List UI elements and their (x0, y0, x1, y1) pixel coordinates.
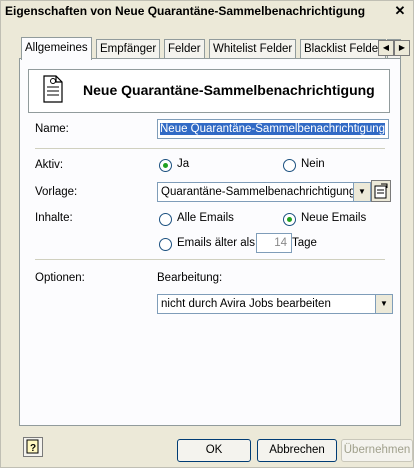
inhalte-aelter-radio[interactable] (159, 238, 172, 251)
tab-strip: Allgemeines Empfänger Felder Whitelist F… (21, 37, 413, 60)
bearbeitung-label: Bearbeitung: (157, 272, 223, 284)
vorlage-label: Vorlage: (35, 186, 78, 198)
properties-dialog: Eigenschaften von Neue Quarantäne-Sammel… (0, 0, 414, 468)
inhalte-neue-radio[interactable] (283, 213, 296, 226)
title-bar[interactable]: Eigenschaften von Neue Quarantäne-Sammel… (1, 1, 413, 21)
vorlage-value: Quarantäne-Sammelbenachrichtigung (161, 186, 356, 198)
aktiv-nein-radio[interactable] (283, 159, 296, 172)
vorlage-edit-button[interactable] (371, 180, 391, 202)
aktiv-ja-label[interactable]: Ja (177, 158, 189, 170)
uebernehmen-button[interactable]: Übernehmen (341, 439, 413, 462)
inhalte-alle-radio[interactable] (159, 213, 172, 226)
tab-panel-allgemeines: Neue Quarantäne-Sammelbenachrichtigung N… (19, 58, 401, 426)
divider (35, 148, 385, 149)
inhalte-neue-label[interactable]: Neue Emails (301, 212, 366, 224)
tab-whitelist-felder[interactable]: Whitelist Felder (209, 39, 297, 58)
edit-template-icon (374, 183, 388, 199)
ok-button[interactable]: OK (177, 439, 251, 462)
days-unit-label: Tage (292, 237, 317, 249)
name-value: Neue Quarantäne-Sammelbenachrichtigung (160, 123, 386, 135)
svg-text:?: ? (30, 443, 36, 454)
inhalte-alle-label[interactable]: Alle Emails (177, 212, 234, 224)
document-icon (43, 75, 63, 103)
divider (35, 259, 385, 260)
tab-scroll-left-icon[interactable]: ◀ (378, 40, 394, 56)
bearbeitung-value: nicht durch Avira Jobs bearbeiten (161, 298, 331, 310)
help-icon: ? (26, 439, 39, 454)
aktiv-label: Aktiv: (35, 159, 64, 171)
days-field[interactable]: 14 (256, 233, 292, 253)
tab-felder[interactable]: Felder (164, 39, 205, 58)
chevron-down-icon[interactable]: ▼ (375, 295, 392, 313)
inhalte-aelter-label[interactable]: Emails älter als (177, 237, 255, 249)
tab-scroll-right-icon[interactable]: ▶ (394, 40, 410, 56)
aktiv-nein-label[interactable]: Nein (301, 158, 325, 170)
vorlage-select[interactable]: Quarantäne-Sammelbenachrichtigung ▼ (157, 182, 371, 202)
close-icon[interactable]: ✕ (393, 4, 407, 17)
name-field[interactable]: Neue Quarantäne-Sammelbenachrichtigung (157, 119, 389, 139)
help-button[interactable]: ? (23, 437, 43, 457)
header-box: Neue Quarantäne-Sammelbenachrichtigung (28, 69, 390, 113)
chevron-down-icon[interactable]: ▼ (353, 183, 370, 201)
abbrechen-button[interactable]: Abbrechen (257, 439, 337, 462)
window-title: Eigenschaften von Neue Quarantäne-Sammel… (5, 4, 366, 18)
days-value: 14 (274, 237, 287, 249)
tab-empfaenger[interactable]: Empfänger (96, 39, 161, 58)
aktiv-ja-radio[interactable] (159, 159, 172, 172)
inhalte-label: Inhalte: (35, 212, 73, 224)
tab-allgemeines[interactable]: Allgemeines (21, 37, 92, 60)
bearbeitung-select[interactable]: nicht durch Avira Jobs bearbeiten ▼ (157, 294, 393, 314)
tab-blacklist-felder[interactable]: Blacklist Felder (300, 39, 386, 58)
name-label: Name: (35, 123, 69, 135)
header-title: Neue Quarantäne-Sammelbenachrichtigung (83, 82, 375, 98)
optionen-label: Optionen: (35, 272, 85, 284)
